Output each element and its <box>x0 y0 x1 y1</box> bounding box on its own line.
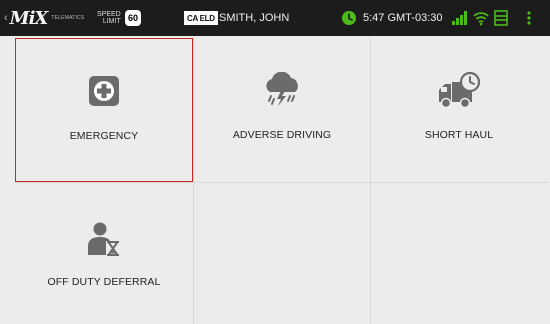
speed-limit-badge: 60 <box>125 10 141 26</box>
driver-name[interactable]: SMITH, JOHN <box>219 0 289 36</box>
schedule-icon[interactable] <box>494 10 508 26</box>
clock-alert-icon[interactable] <box>341 10 357 26</box>
logo-subtext: TELEMATICS <box>51 15 85 21</box>
truck-clock-icon <box>439 72 481 109</box>
empty-tile <box>371 183 547 324</box>
more-vert-icon[interactable] <box>524 10 534 26</box>
tile-off-duty-deferral-label: OFF DUTY DEFERRAL <box>47 276 161 288</box>
tile-adverse-driving[interactable]: ADVERSE DRIVING <box>194 38 370 182</box>
signal-icon <box>452 11 467 25</box>
tile-adverse-driving-label: ADVERSE DRIVING <box>232 129 332 141</box>
tile-off-duty-deferral[interactable]: OFF DUTY DEFERRAL <box>15 183 193 324</box>
eld-badge: CA ELD <box>184 11 218 25</box>
storm-cloud-icon <box>266 72 298 106</box>
status-bar: ‹ MiX TELEMATICS SPEED LIMIT 60 CA ELD S… <box>0 0 550 36</box>
wifi-icon <box>473 12 489 26</box>
tile-emergency-label: EMERGENCY <box>69 130 139 142</box>
back-chevron-icon[interactable]: ‹ <box>4 12 8 24</box>
person-hourglass-icon <box>88 222 119 256</box>
clock-time: 5:47 GMT-03:30 <box>363 12 443 24</box>
speed-label-line1: SPEED <box>97 11 121 18</box>
empty-tile <box>194 183 370 324</box>
speed-limit-label: SPEED LIMIT <box>97 0 121 36</box>
tile-emergency[interactable]: EMERGENCY <box>15 38 193 182</box>
medical-cross-icon <box>89 76 119 106</box>
exception-grid: EMERGENCY ADVERSE DRIVING SHORT HAUL OFF… <box>15 38 547 324</box>
logo-mark: MiX <box>9 7 49 29</box>
speed-label-line2: LIMIT <box>102 18 121 25</box>
tile-short-haul-label: SHORT HAUL <box>424 129 494 141</box>
mix-telematics-logo: ‹ MiX TELEMATICS <box>4 0 84 36</box>
tile-short-haul[interactable]: SHORT HAUL <box>371 38 547 182</box>
